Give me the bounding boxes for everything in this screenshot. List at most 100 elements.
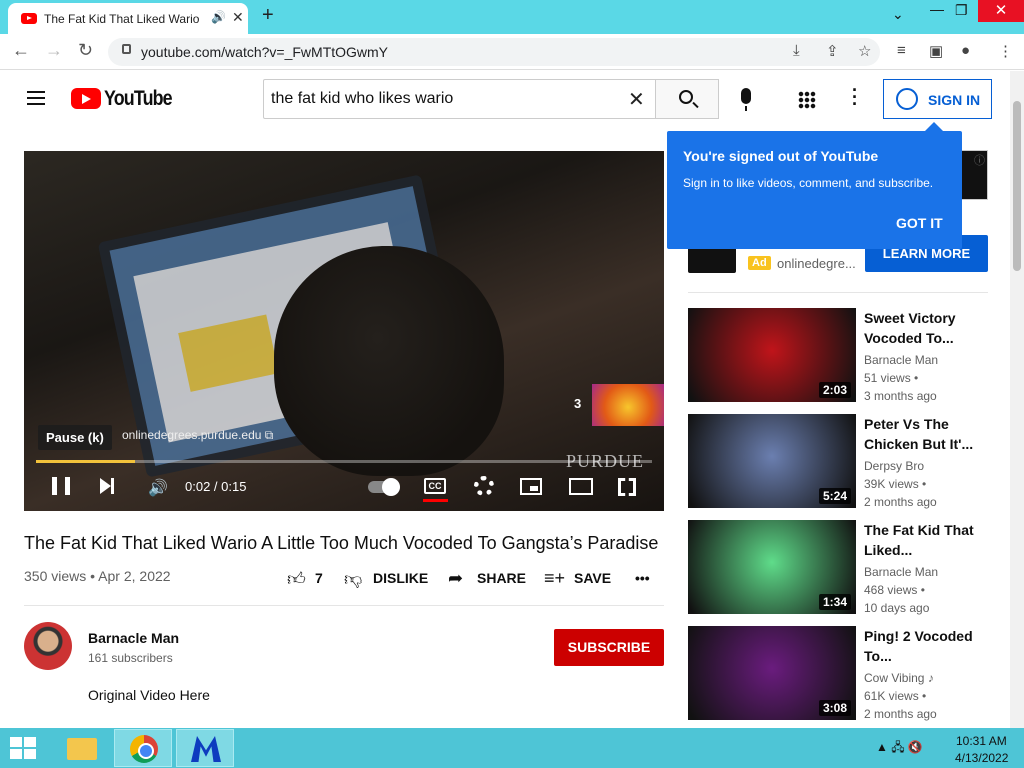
clear-search-icon[interactable]: ✕ xyxy=(628,87,645,112)
install-icon[interactable]: ⤓ xyxy=(793,42,800,59)
profile-icon[interactable]: ● xyxy=(961,42,970,59)
recommended-age: 10 days ago xyxy=(864,601,930,615)
media-control-icon[interactable]: ≡ xyxy=(897,42,906,59)
thumbs-down-icon[interactable]: 👎︎ xyxy=(344,568,362,590)
bookmark-star-icon[interactable]: ☆ xyxy=(858,42,871,60)
subscribe-button[interactable]: SUBSCRIBE xyxy=(554,629,664,666)
lock-icon[interactable] xyxy=(122,44,131,54)
search-query[interactable]: the fat kid who likes wario xyxy=(271,90,453,108)
channel-name[interactable]: Barnacle Man xyxy=(88,630,179,646)
back-icon[interactable]: ← xyxy=(12,40,30,61)
clock-date[interactable]: 4/13/2022 xyxy=(955,751,1008,765)
recommended-video[interactable]: 1:34 The Fat Kid That Liked... Barnacle … xyxy=(688,520,988,615)
share-page-icon[interactable]: ⇪ xyxy=(826,42,839,60)
got-it-button[interactable]: GOT IT xyxy=(896,215,943,231)
settings-gear-icon[interactable] xyxy=(474,476,494,496)
recommended-title[interactable]: Sweet Victory Vocoded To... xyxy=(864,308,974,348)
scrollbar-thumb[interactable] xyxy=(1013,101,1021,271)
minimize-button[interactable]: — xyxy=(930,1,944,17)
side-panel-icon[interactable]: ▣ xyxy=(929,42,943,60)
browser-title-bar: The Fat Kid That Liked Wario 🔊 ✕ + ⌄ — ❐… xyxy=(0,0,1024,34)
thumbs-up-icon[interactable]: 👍︎ xyxy=(287,568,306,590)
more-actions-icon[interactable]: ••• xyxy=(635,570,650,586)
divider xyxy=(24,605,664,606)
pause-tooltip: Pause (k) xyxy=(38,425,112,450)
pause-icon[interactable] xyxy=(52,477,70,495)
windows-start-icon[interactable] xyxy=(10,737,36,759)
url-text[interactable]: youtube.com/watch?v=_FwMTtOGwmY xyxy=(141,44,388,60)
recommended-title[interactable]: The Fat Kid That Liked... xyxy=(864,520,974,560)
recommended-video[interactable]: 5:24 Peter Vs The Chicken But It'... Der… xyxy=(688,414,988,509)
volume-icon[interactable]: 🔊 xyxy=(148,478,168,498)
recommended-views: 468 views • xyxy=(864,583,925,597)
next-video-icon[interactable] xyxy=(100,478,114,494)
recommended-channel[interactable]: Barnacle Man xyxy=(864,565,938,579)
up-next-thumbnail[interactable] xyxy=(592,384,664,426)
subscriber-count: 161 subscribers xyxy=(88,651,173,665)
apps-grid-icon[interactable] xyxy=(798,91,816,109)
theater-mode-icon[interactable] xyxy=(569,478,593,495)
video-meta: 350 views • Apr 2, 2022 xyxy=(24,568,171,584)
fullscreen-icon[interactable] xyxy=(618,478,636,496)
file-explorer-taskbar-button[interactable] xyxy=(52,729,110,767)
sign-in-button[interactable]: SIGN IN xyxy=(883,79,992,119)
divider xyxy=(688,292,988,293)
progress-bar[interactable] xyxy=(36,460,652,463)
youtube-logo-icon[interactable] xyxy=(71,88,101,109)
video-player[interactable]: PURDUE Pause (k) onlinedegrees.purdue.ed… xyxy=(24,151,664,511)
youtube-logo-text[interactable]: YouTube xyxy=(104,87,173,111)
video-description: Original Video Here xyxy=(88,687,210,703)
duration-badge: 3:08 xyxy=(818,700,851,716)
recommended-video[interactable]: 2:03 Sweet Victory Vocoded To... Barnacl… xyxy=(688,308,988,403)
video-thumbnail[interactable]: 2:03 xyxy=(688,308,856,402)
chevron-down-icon[interactable]: ⌄ xyxy=(892,6,904,23)
restore-button[interactable]: ❐ xyxy=(955,2,968,19)
dislike-button[interactable]: DISLIKE xyxy=(373,570,428,586)
duration-badge: 1:34 xyxy=(818,594,851,610)
captions-icon[interactable]: CC xyxy=(424,478,446,494)
url-bar[interactable]: youtube.com/watch?v=_FwMTtOGwmY xyxy=(108,38,880,66)
hamburger-menu-icon[interactable] xyxy=(27,91,45,105)
windows-taskbar: ▲ 🖧 🔇 10:31 AM 4/13/2022 xyxy=(0,728,1024,768)
system-tray-icons[interactable]: ▲ 🖧 🔇 xyxy=(876,738,923,759)
recommended-video[interactable]: 3:08 Ping! 2 Vocoded To... Cow Vibing ♪ … xyxy=(688,626,988,721)
search-input[interactable]: the fat kid who likes wario ✕ xyxy=(263,79,656,119)
microphone-icon[interactable] xyxy=(741,88,751,111)
like-count[interactable]: 7 xyxy=(315,570,323,586)
search-button[interactable] xyxy=(655,79,719,119)
new-tab-button[interactable]: + xyxy=(262,4,274,27)
ad-link[interactable]: onlinedegrees.purdue.edu ⧉ xyxy=(122,428,273,443)
duration-badge: 2:03 xyxy=(818,382,851,398)
clock-time[interactable]: 10:31 AM xyxy=(956,734,1007,748)
forward-icon[interactable]: → xyxy=(45,40,63,61)
browser-tab[interactable]: The Fat Kid That Liked Wario 🔊 ✕ xyxy=(8,3,248,34)
recommended-channel[interactable]: Cow Vibing ♪ xyxy=(864,671,934,685)
recommended-channel[interactable]: Barnacle Man xyxy=(864,353,938,367)
recommended-channel[interactable]: Derpsy Bro xyxy=(864,459,924,473)
window-close-button[interactable]: ✕ xyxy=(978,0,1024,22)
more-options-icon[interactable]: · · · xyxy=(850,81,860,113)
video-frame-person xyxy=(274,246,504,476)
malwarebytes-taskbar-button[interactable] xyxy=(176,729,234,767)
video-thumbnail[interactable]: 5:24 xyxy=(688,414,856,508)
autoplay-toggle[interactable] xyxy=(368,478,400,496)
reload-icon[interactable]: ↻ xyxy=(78,40,93,61)
recommended-title[interactable]: Ping! 2 Vocoded To... xyxy=(864,626,974,666)
channel-avatar[interactable] xyxy=(24,622,72,670)
tab-close-icon[interactable]: ✕ xyxy=(232,9,244,26)
save-button[interactable]: SAVE xyxy=(574,570,611,586)
video-thumbnail[interactable]: 1:34 xyxy=(688,520,856,614)
miniplayer-icon[interactable] xyxy=(520,478,542,495)
page-scrollbar[interactable] xyxy=(1010,71,1024,728)
share-button[interactable]: SHARE xyxy=(477,570,526,586)
browser-menu-icon[interactable]: ⋮ xyxy=(998,42,1013,60)
recommended-age: 2 months ago xyxy=(864,495,937,509)
info-icon[interactable]: ⓘ xyxy=(974,152,985,168)
video-thumbnail[interactable]: 3:08 xyxy=(688,626,856,720)
speaker-icon[interactable]: 🔊 xyxy=(211,10,226,24)
share-icon[interactable]: ➦ xyxy=(448,568,463,589)
save-playlist-icon[interactable]: ≡+ xyxy=(544,568,565,589)
recommended-title[interactable]: Peter Vs The Chicken But It'... xyxy=(864,414,974,454)
video-title: The Fat Kid That Liked Wario A Little To… xyxy=(24,533,659,553)
chrome-taskbar-button[interactable] xyxy=(114,729,172,767)
